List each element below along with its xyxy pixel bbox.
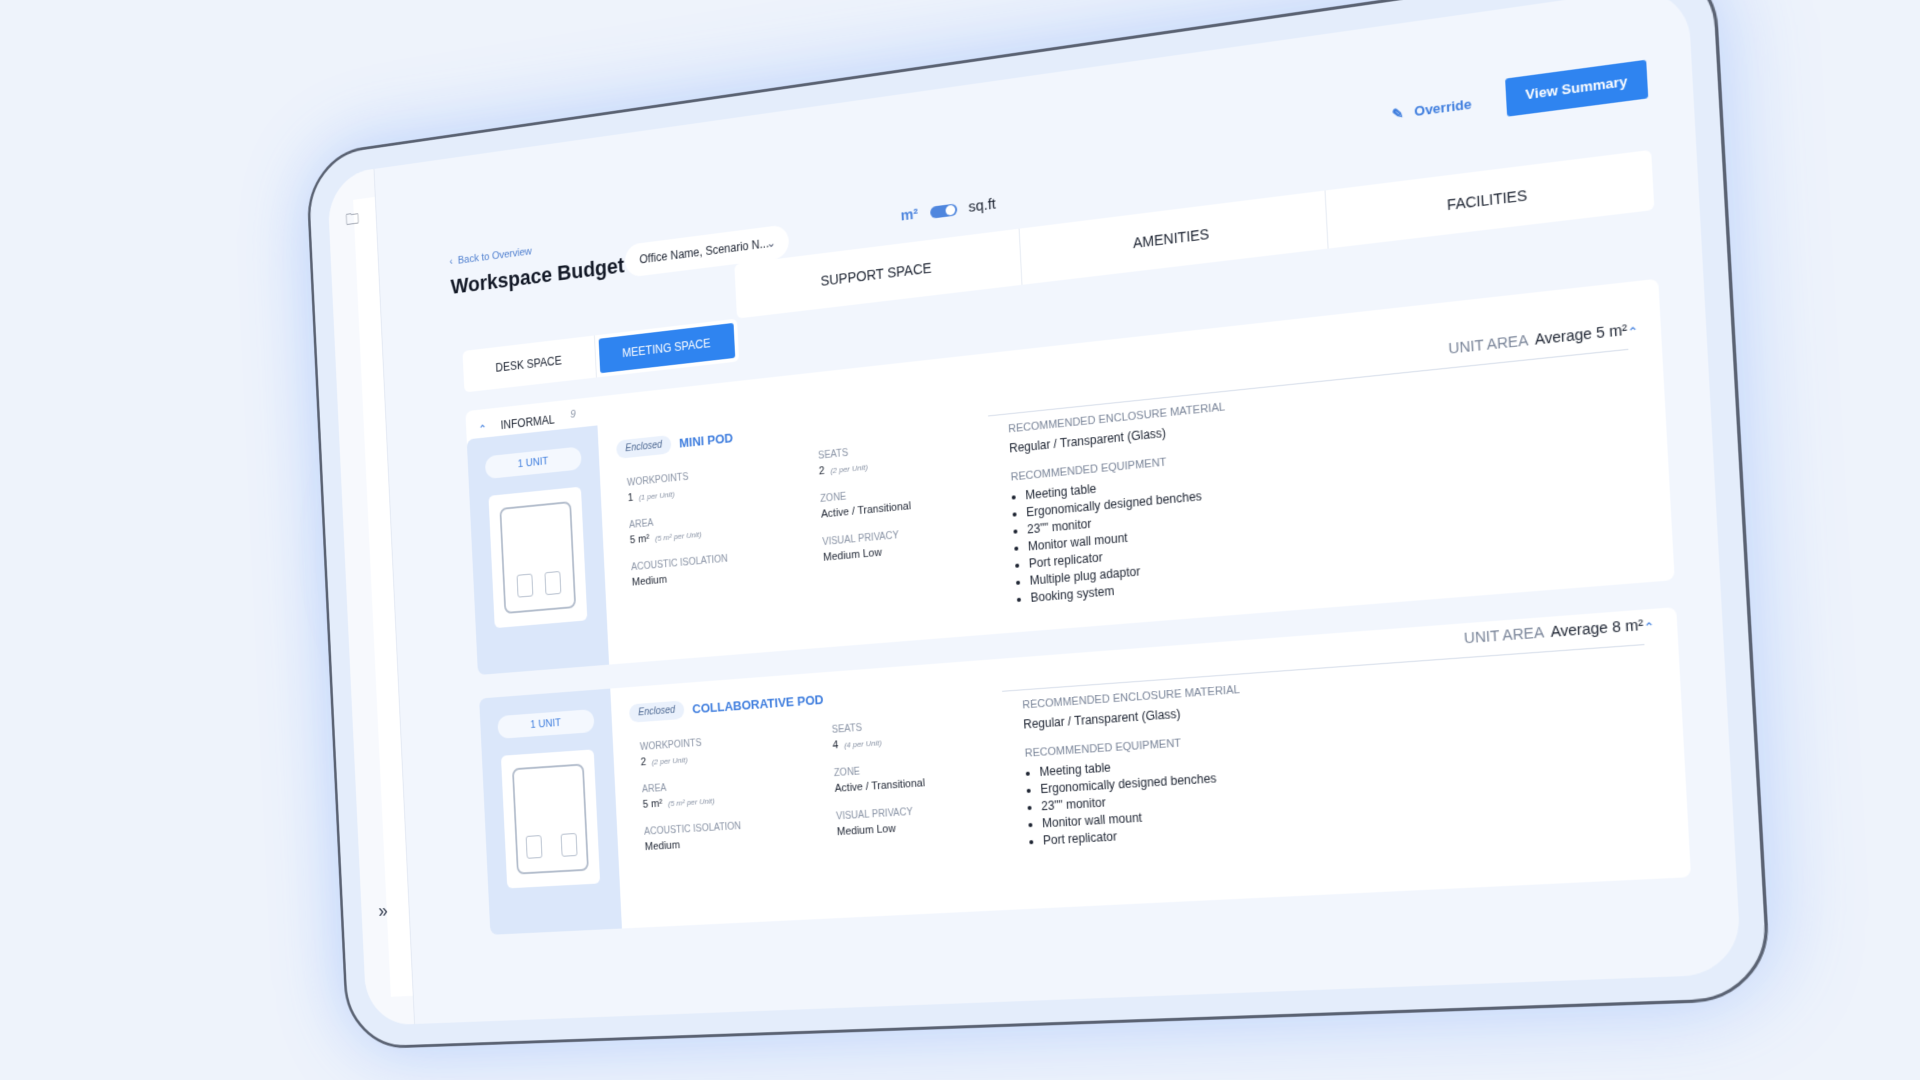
zone-field: ZONE Active / Transitional <box>833 762 926 795</box>
privacy-label: VISUAL PRIVACY <box>822 530 900 549</box>
workpoints-sub: (1 per Unit) <box>638 489 675 503</box>
pod-seat <box>544 570 562 596</box>
seats-value: 4 <box>832 739 839 752</box>
pod-seat <box>560 832 578 857</box>
group-count: 9 <box>570 408 576 421</box>
override-button[interactable]: ✎ Override <box>1392 96 1472 123</box>
seats-sub: (4 per Unit) <box>843 738 882 750</box>
double-chevron-right-icon[interactable]: » <box>378 900 388 922</box>
collaborative-pod-illustration <box>500 749 601 889</box>
enclosed-badge: Enclosed <box>616 434 672 459</box>
recommendations: RECOMMENDED ENCLOSURE MATERIAL Regular /… <box>1008 401 1235 609</box>
acoustic-field: ACOUSTIC ISOLATION Medium <box>631 554 729 589</box>
app-screen: 🗀 » ‹ Back to Overview Workspace Budget O… <box>326 0 1742 1026</box>
workpoints-label: WORKPOINTS <box>639 738 702 753</box>
seats-label: SEATS <box>831 722 863 736</box>
seats-value: 2 <box>818 465 825 478</box>
enclosed-badge: Enclosed <box>628 700 685 723</box>
zone-field: ZONE Active / Transitional <box>820 485 911 521</box>
pod-seat <box>525 835 543 859</box>
override-label: Override <box>1413 95 1472 120</box>
privacy-field: VISUAL PRIVACY Medium Low <box>836 807 914 838</box>
sidebar-rail <box>353 196 413 997</box>
unit-switch[interactable] <box>929 203 957 219</box>
chevron-down-icon: ⌄ <box>766 235 777 251</box>
group-label: INFORMAL <box>500 412 555 433</box>
caret-up-icon[interactable]: ⌃ <box>1643 620 1655 636</box>
card-thumb-column: 1 UNIT <box>479 688 622 935</box>
tab-desk-space[interactable]: DESK SPACE <box>462 335 597 393</box>
pod-seat <box>516 573 534 598</box>
area-sub: (5 m² per Unit) <box>667 796 715 809</box>
unit-count-pill: 1 UNIT <box>497 709 595 739</box>
pod-frame <box>511 763 589 875</box>
unit-area-value: Average 5 m² <box>1534 320 1628 348</box>
privacy-value: Medium Low <box>822 546 883 564</box>
pod-frame <box>499 501 577 615</box>
area-sub: (5 m² per Unit) <box>654 529 702 543</box>
seats-field: SEATS 2 (2 per Unit) <box>817 446 869 478</box>
acoustic-field: ACOUSTIC ISOLATION Medium <box>644 821 742 853</box>
unit-area: UNIT AREA Average 8 m² <box>1464 616 1644 646</box>
unit-area-value: Average 8 m² <box>1550 616 1644 641</box>
privacy-label: VISUAL PRIVACY <box>835 806 914 823</box>
pod-name: COLLABORATIVE POD <box>691 692 824 717</box>
workpoints-value: 2 <box>640 756 647 769</box>
acoustic-label: ACOUSTIC ISOLATION <box>630 553 729 574</box>
zone-value: Active / Transitional <box>834 777 926 795</box>
privacy-field: VISUAL PRIVACY Medium Low <box>822 530 900 564</box>
unit-area-label: UNIT AREA <box>1448 331 1529 357</box>
equipment-list: Meeting table Ergonomically designed ben… <box>1011 469 1234 606</box>
back-link[interactable]: ‹ Back to Overview <box>449 246 532 268</box>
tablet-device: 🗀 » ‹ Back to Overview Workspace Budget O… <box>305 0 1773 1050</box>
chevron-left-icon: ‹ <box>449 255 453 268</box>
back-label: Back to Overview <box>457 245 533 267</box>
seats-sub: (2 per Unit) <box>830 462 869 476</box>
sidebar: 🗀 » <box>326 168 415 1026</box>
card-body: Enclosed COLLABORATIVE POD UNIT AREA Aver… <box>628 607 1691 928</box>
recommendations: RECOMMENDED ENCLOSURE MATERIAL Regular /… <box>1022 684 1248 852</box>
area-label: AREA <box>628 518 654 531</box>
tabs-lower-row: DESK SPACE MEETING SPACE <box>462 318 740 393</box>
unit-toggle[interactable]: m² sq.ft <box>900 195 996 224</box>
workpoints-field: WORKPOINTS 1 (1 per Unit) <box>627 472 690 504</box>
tab-meeting-space[interactable]: MEETING SPACE <box>598 322 736 374</box>
caret-up-icon[interactable]: ⌃ <box>478 422 487 436</box>
unit-area-label: UNIT AREA <box>1463 623 1545 647</box>
privacy-value: Medium Low <box>836 822 896 839</box>
workpoints-label: WORKPOINTS <box>626 471 689 489</box>
zone-label: ZONE <box>833 766 861 780</box>
seats-field: SEATS 4 (4 per Unit) <box>832 722 882 752</box>
workpoints-field: WORKPOINTS 2 (2 per Unit) <box>640 738 703 768</box>
unit-imperial-label: sq.ft <box>967 195 997 216</box>
main-content: ⌃ INFORMAL 9 1 UNIT Enclosed MINI POD UN… <box>465 278 1696 1021</box>
unit-metric-label: m² <box>900 205 919 225</box>
workpoints-sub: (2 per Unit) <box>651 755 688 767</box>
switch-knob <box>944 204 956 216</box>
acoustic-value: Medium <box>644 839 681 854</box>
pencil-icon: ✎ <box>1391 104 1405 123</box>
acoustic-value: Medium <box>631 573 668 589</box>
area-value: 5 m² <box>629 532 650 547</box>
area-label: AREA <box>641 783 667 796</box>
seats-label: SEATS <box>817 447 849 462</box>
pod-name: MINI POD <box>678 430 734 451</box>
unit-count-pill: 1 UNIT <box>484 446 582 480</box>
area-field: AREA 5 m² (5 m² per Unit) <box>629 513 702 546</box>
card-thumb-column: 1 UNIT <box>466 425 610 676</box>
acoustic-label: ACOUSTIC ISOLATION <box>643 821 742 838</box>
divider <box>1002 644 1645 692</box>
folder-icon[interactable]: 🗀 <box>345 208 362 229</box>
workpoints-value: 1 <box>627 491 634 505</box>
caret-up-icon[interactable]: ⌃ <box>1627 324 1639 340</box>
area-value: 5 m² <box>642 797 663 811</box>
tablet-stage: 🗀 » ‹ Back to Overview Workspace Budget O… <box>250 0 1773 1050</box>
mini-pod-illustration <box>488 486 588 629</box>
area-field: AREA 5 m² (5 m² per Unit) <box>642 780 715 811</box>
view-summary-button[interactable]: View Summary <box>1505 59 1649 117</box>
equipment-list: Meeting table Ergonomically designed ben… <box>1025 752 1247 849</box>
